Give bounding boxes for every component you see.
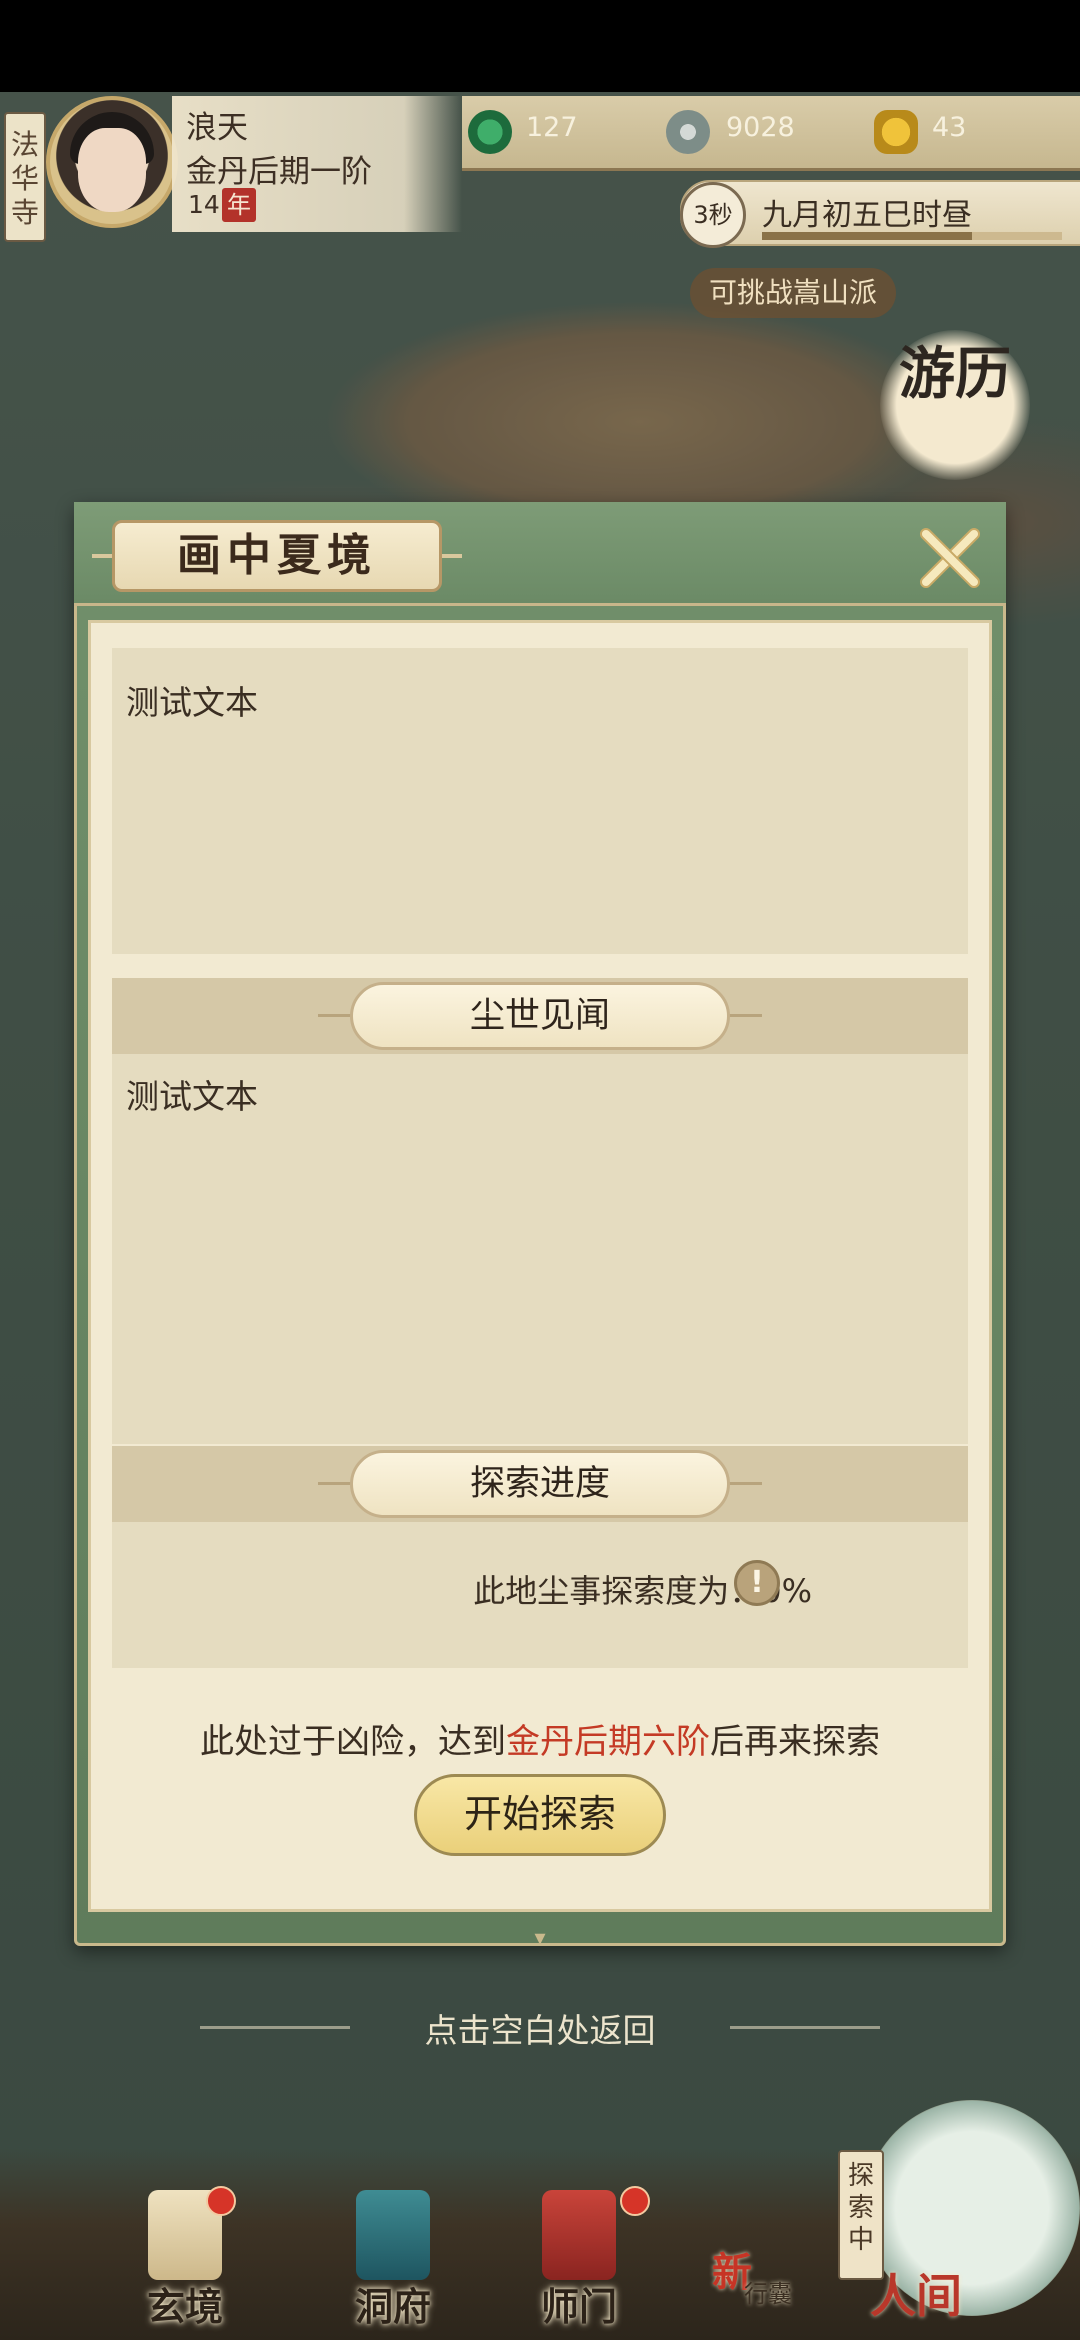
age-unit-badge: 年 (222, 188, 256, 222)
strength-icon (874, 110, 918, 154)
countdown-timer: 3秒 (680, 182, 746, 248)
notification-dot (206, 2186, 236, 2216)
resource-coin-value: 9028 (726, 112, 795, 143)
game-date: 九月初五巳时昼 (762, 198, 972, 233)
player-rank: 金丹后期一阶 (186, 154, 372, 190)
travel-label: 游历 (899, 341, 1011, 407)
nav-label: 洞府 (354, 2284, 431, 2329)
worldly-news-text: 测试文本 (126, 1077, 258, 1116)
explore-progress-text: 此地尘事探索度为：0% (473, 1572, 812, 1610)
human-world-label: 人间 (870, 2269, 962, 2323)
jade-swirl-icon (468, 110, 512, 154)
nav-label: 师门 (540, 2284, 617, 2329)
warning-suffix: 后再来探索 (710, 1722, 880, 1762)
banner-icon (542, 2190, 616, 2280)
warning-prefix: 此处过于凶险，达到 (200, 1722, 506, 1762)
nav-item-bag[interactable]: 行囊 (744, 2274, 792, 2309)
close-button[interactable] (916, 524, 984, 592)
avatar-face (78, 128, 146, 212)
resource-jade-value: 127 (526, 112, 578, 143)
time-progress-fill (762, 232, 972, 240)
description-text: 测试文本 (126, 683, 258, 722)
nav-item-dongfu[interactable]: 洞府 (318, 2180, 468, 2340)
resource-strength-value: 43 (932, 112, 967, 143)
nav-item-xuanjing[interactable]: 玄境 (110, 2180, 260, 2340)
coin-icon (666, 110, 710, 154)
section-title-worldly-news: 尘世见闻 (350, 982, 730, 1050)
info-icon[interactable]: ! (734, 1560, 780, 1606)
modal-bottom-ornament: ▾ (534, 1926, 546, 1951)
player-name: 浪天 (186, 110, 248, 146)
player-age: 14 (188, 190, 220, 219)
section-title-explore-progress: 探索进度 (350, 1450, 730, 1518)
location-tag[interactable]: 法华寺 (4, 112, 46, 242)
status-bar (0, 0, 1080, 92)
modal-title: 画中夏境 (112, 520, 442, 592)
challenge-tag[interactable]: 可挑战嵩山派 (690, 268, 896, 318)
nav-label: 玄境 (146, 2284, 223, 2329)
start-explore-button[interactable]: 开始探索 (414, 1774, 666, 1856)
required-rank: 金丹后期六阶 (506, 1722, 710, 1762)
notification-dot (620, 2186, 650, 2216)
return-hint: 点击空白处返回 (424, 2011, 656, 2050)
danger-warning: 此处过于凶险，达到金丹后期六阶后再来探索 (88, 1714, 992, 1763)
pavilion-icon (356, 2190, 430, 2280)
